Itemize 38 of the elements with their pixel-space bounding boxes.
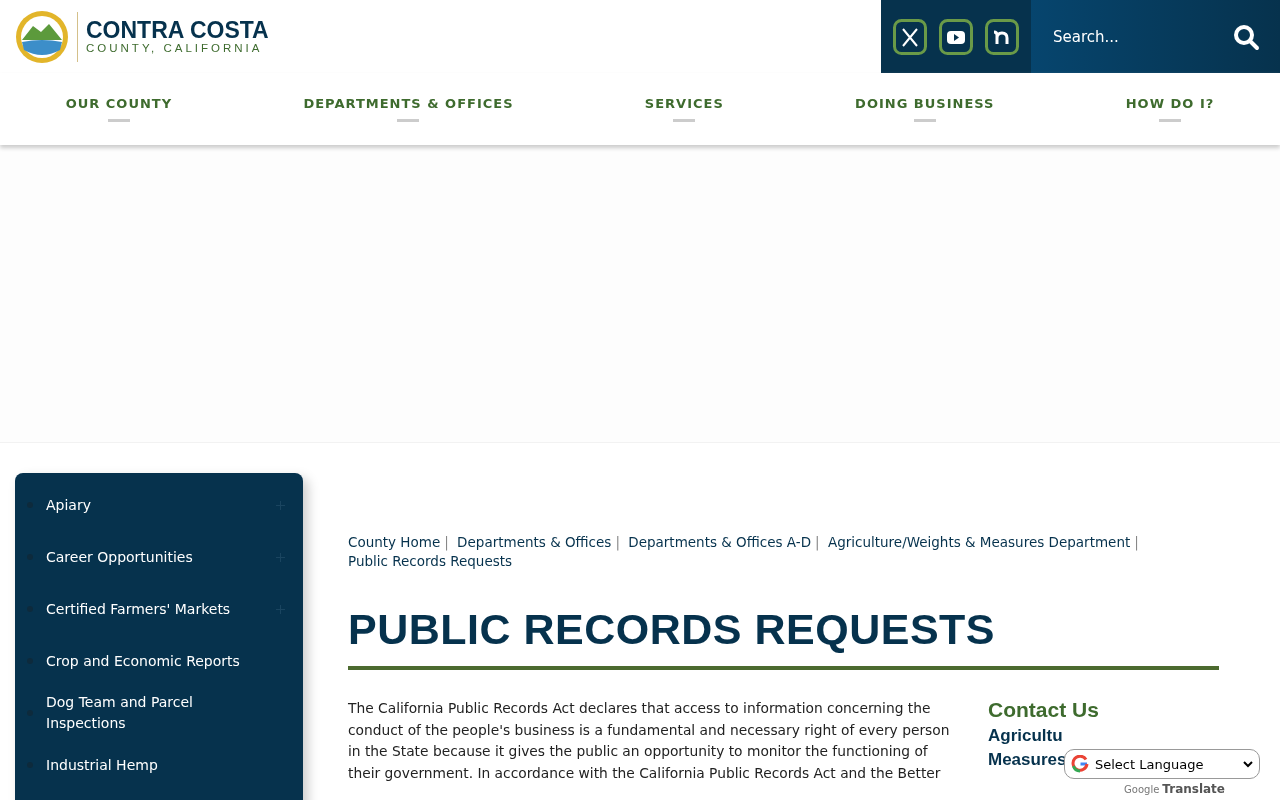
sidebar-link[interactable]: Crop and Economic Reports [46,650,285,672]
sidebar-link[interactable]: Career Opportunities [46,546,276,568]
chevron-down-icon [1243,760,1253,768]
department-name[interactable]: Agricultu [988,726,1063,746]
separator: | [615,534,620,550]
breadcrumb-link[interactable]: County Home [348,534,441,550]
contact-heading: Contact Us [988,698,1100,722]
house-letter-icon[interactable] [985,18,1019,55]
page-title: PUBLIC RECORDS REQUESTS [348,605,1219,670]
separator: | [444,534,449,550]
nav-link[interactable]: DEPARTMENTS & OFFICES [303,96,514,122]
youtube-play-icon[interactable] [939,18,973,55]
separator: | [1134,534,1139,550]
sidebar-link[interactable]: Apiary [46,494,276,516]
search-icon[interactable] [1232,22,1260,51]
google-g-icon [1071,755,1089,773]
translate-label: Translate [1162,782,1225,796]
nav-link[interactable]: HOW DO I? [1125,96,1215,122]
x-logo-icon[interactable] [893,18,927,55]
nav-link[interactable]: DOING BUSINESS [855,96,995,122]
breadcrumb-link[interactable]: Agriculture/Weights & Measures Department [827,534,1131,550]
google-wordmark: Google [1124,784,1160,795]
breadcrumb-link[interactable]: Public Records Requests [348,553,513,569]
nav-link[interactable]: OUR COUNTY [65,96,173,122]
sidebar-link[interactable]: Certified Farmers' Markets [46,598,276,620]
sidebar-link[interactable]: Dog Team and Parcel Inspections [46,692,285,734]
breadcrumb-link[interactable]: Departments & Offices [457,534,612,550]
nav-link[interactable]: SERVICES [644,96,724,122]
department-name[interactable]: Measures [988,750,1067,770]
search-field[interactable]: Search... [1051,26,1232,47]
county-seal-icon [15,9,69,64]
breadcrumb-link[interactable]: Departments & Offices A-D [628,534,812,550]
sidebar-link[interactable]: Industrial Hemp [46,754,285,776]
logo-subtitle: COUNTY, CALIFORNIA [86,42,264,54]
separator: | [815,534,820,550]
body-paragraph: The California Public Records Act declares that access to information concerning the conduct of the people's business is a fundamental and necessary right of every person in the State because it gives the public an opportunity to monitor the functioning of their government. In accordance with the California Public Records Act and the Better [348,699,951,783]
logo-title[interactable]: CONTRA COSTA [86,19,269,42]
language-select[interactable]: Select Language [1064,749,1260,779]
